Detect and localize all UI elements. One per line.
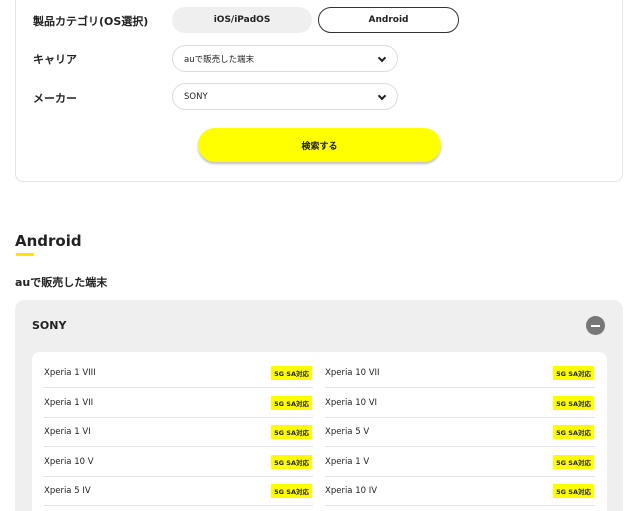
device-name: Xperia 10 V	[44, 456, 94, 467]
five-g-sa-badge: 5G SA対応	[553, 484, 594, 498]
device-name: Xperia 5 IV	[44, 486, 91, 496]
five-g-sa-badge: 5G SA対応	[271, 395, 312, 410]
category-label: 製品カテゴリ(OS選択)	[33, 15, 149, 28]
five-g-sa-badge: 5G SA対応	[553, 454, 594, 469]
device-row[interactable]: Xperia 5 V 5G SA対応	[325, 418, 595, 447]
search-button[interactable]: 検索する	[198, 128, 441, 162]
device-row[interactable]: Xperia 1 V 5G SA対応	[325, 448, 595, 477]
five-g-sa-badge: 5G SA対応	[271, 366, 312, 380]
os-android-button[interactable]: Android	[318, 7, 459, 33]
chevron-down-icon	[377, 91, 387, 101]
device-name: Xperia 5 V	[325, 427, 370, 437]
device-name: Xperia 1 VII	[44, 397, 94, 408]
five-g-sa-badge: 5G SA対応	[553, 366, 594, 380]
section-title: Android	[15, 232, 82, 250]
maker-select-value: SONY	[184, 91, 208, 102]
device-name: Xperia 10 VII	[325, 368, 380, 378]
device-row[interactable]: Xperia 10 VI 5G SA対応	[325, 389, 595, 418]
five-g-sa-badge: 5G SA対応	[271, 425, 312, 439]
collapse-icon[interactable]	[586, 316, 605, 335]
device-name: Xperia 1 VI	[44, 427, 91, 437]
device-row[interactable]: Xperia 10 IV 5G SA対応	[325, 477, 595, 506]
chevron-down-icon	[377, 53, 387, 63]
maker-accordion-title[interactable]: SONY	[32, 319, 66, 332]
device-name: Xperia 1 V	[325, 456, 370, 467]
five-g-sa-badge: 5G SA対応	[271, 484, 312, 498]
section-title-underline	[16, 253, 34, 256]
carrier-subheading: auで販売した端末	[15, 276, 108, 289]
device-row[interactable]: Xperia 1 VII 5G SA対応	[44, 389, 313, 418]
five-g-sa-badge: 5G SA対応	[553, 425, 594, 439]
device-row[interactable]: Xperia 10 VII 5G SA対応	[325, 359, 595, 388]
device-row[interactable]: Xperia 1 VIII 5G SA対応	[44, 359, 313, 388]
os-ios-button[interactable]: iOS/iPadOS	[172, 7, 312, 33]
carrier-label: キャリア	[33, 53, 77, 66]
maker-label: メーカー	[33, 92, 77, 105]
device-name: Xperia 10 VI	[325, 397, 378, 408]
maker-select[interactable]: SONY	[172, 83, 398, 110]
device-name: Xperia 1 VIII	[44, 368, 96, 378]
carrier-select-value: auで販売した端末	[184, 54, 255, 65]
device-row[interactable]: Xperia 10 V 5G SA対応	[44, 448, 313, 477]
device-row[interactable]: Xperia 1 VI 5G SA対応	[44, 418, 313, 447]
device-row[interactable]: Xperia 5 IV 5G SA対応	[44, 477, 313, 506]
five-g-sa-badge: 5G SA対応	[271, 454, 312, 469]
device-name: Xperia 10 IV	[325, 486, 378, 496]
carrier-select[interactable]: auで販売した端末	[172, 45, 398, 72]
five-g-sa-badge: 5G SA対応	[553, 395, 594, 410]
